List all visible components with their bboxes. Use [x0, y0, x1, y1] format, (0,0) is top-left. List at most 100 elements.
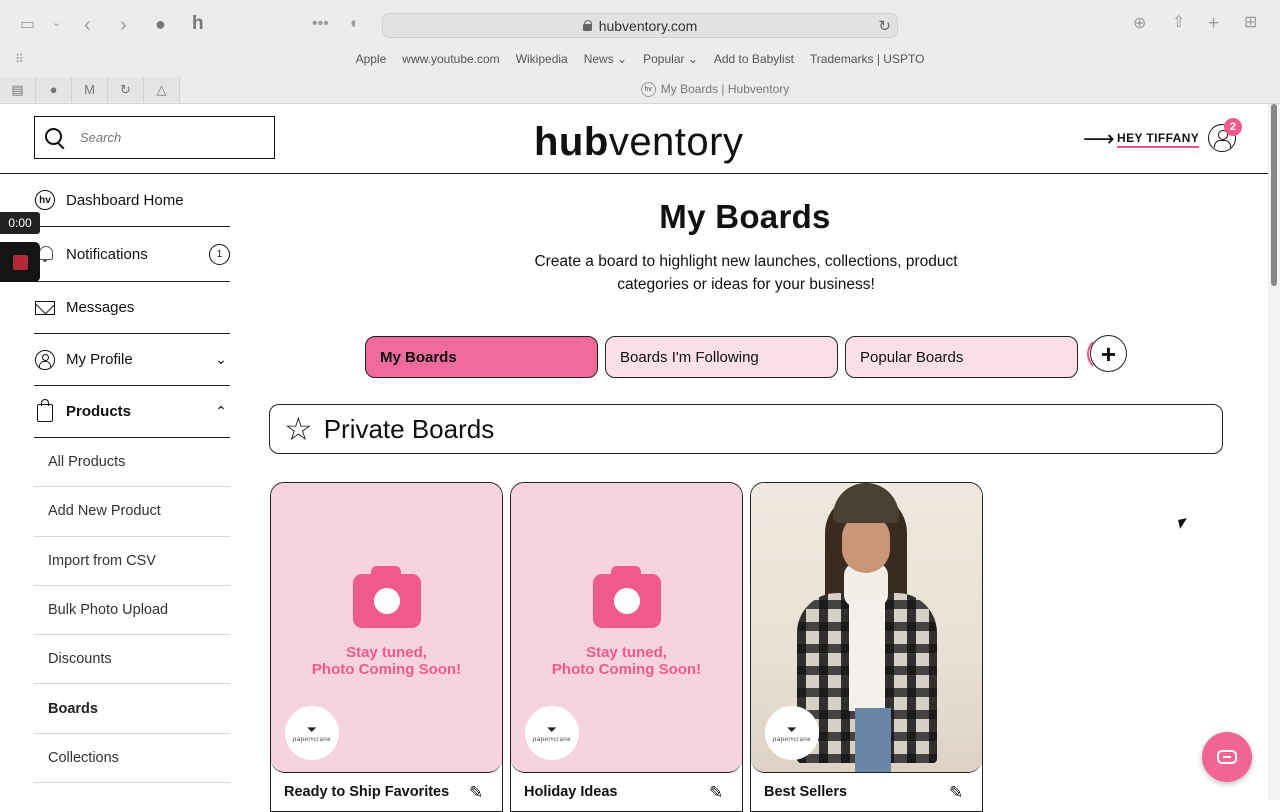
search-box[interactable]	[34, 116, 275, 159]
stop-icon	[12, 254, 28, 270]
forward-icon[interactable]: ›	[120, 15, 127, 35]
sidebar-subitem-bulk-photo-upload[interactable]: Bulk Photo Upload	[34, 586, 230, 636]
url-text: hubventory.com	[598, 17, 698, 34]
extensions-icon[interactable]: •••	[312, 16, 329, 32]
sidebar-toggle-icon[interactable]: ▭	[20, 17, 35, 33]
board-name: Holiday Ideas	[524, 784, 618, 800]
grammarly-icon[interactable]: ●	[155, 15, 166, 33]
privacy-shield-icon[interactable]: ◐	[350, 16, 360, 32]
board-placeholder-image: Stay tuned, Photo Coming Soon! ⏷ paper•cra…	[511, 483, 742, 773]
address-bar[interactable]: hubventory.com ↻	[382, 13, 898, 38]
notifications-badge: 1	[209, 243, 230, 265]
board-product-photo: ⏷ paper•crane	[751, 483, 982, 773]
favorite-link[interactable]: News ⌄	[584, 52, 627, 70]
brand-text: paper•crane	[533, 737, 571, 743]
board-cards: Stay tuned, Photo Coming Soon! ⏷ paper•cra…	[270, 482, 983, 812]
notification-count-badge: 2	[1224, 118, 1242, 136]
sidebar-subitem-import-csv[interactable]: Import from CSV	[34, 537, 230, 586]
brand-avatar: ⏷ paper•crane	[285, 706, 339, 760]
add-board-button[interactable]: +	[1087, 335, 1127, 372]
favorite-link[interactable]: Wikipedia	[516, 52, 568, 70]
reload-icon[interactable]: ↻	[878, 17, 891, 35]
page-title: My Boards	[659, 198, 831, 235]
tab-boards-following[interactable]: Boards I'm Following	[605, 336, 838, 378]
bell-icon	[38, 246, 53, 262]
placeholder-caption: Stay tuned, Photo Coming Soon!	[311, 644, 462, 678]
favorite-link[interactable]: Apple	[356, 52, 387, 70]
edit-pencil-icon[interactable]: ✎	[709, 783, 723, 803]
edit-pencil-icon[interactable]: ✎	[949, 783, 963, 803]
board-name: Ready to Ship Favorites	[284, 784, 450, 800]
site-logo[interactable]: hubventory	[534, 120, 743, 165]
sidebar-item-label: Products	[66, 403, 132, 420]
download-icon[interactable]: ⊕	[1133, 16, 1146, 32]
active-tab[interactable]: hv My Boards | Hubventory	[0, 82, 1280, 98]
tab-overview-icon[interactable]: ⊞	[1244, 15, 1257, 31]
scrollbar-thumb[interactable]	[1271, 104, 1277, 286]
favorites-bar: Apple www.youtube.com Wikipedia News ⌄ P…	[0, 52, 1280, 70]
sidebar-subitem-boards[interactable]: Boards	[34, 684, 230, 734]
board-card[interactable]: Stay tuned, Photo Coming Soon! ⏷ paper•cra…	[270, 482, 503, 812]
chevron-down-icon[interactable]: ⌄	[212, 351, 230, 368]
chevron-up-icon[interactable]: ⌃	[212, 403, 230, 420]
brand-avatar: ⏷ paper•crane	[765, 706, 819, 760]
brand-text: paper•crane	[293, 737, 331, 743]
board-card[interactable]: Stay tuned, Photo Coming Soon! ⏷ paper•cra…	[510, 482, 743, 812]
favorite-link[interactable]: www.youtube.com	[402, 52, 499, 70]
board-card[interactable]: ⏷ paper•crane Best Sellers ✎	[750, 482, 983, 812]
profile-icon	[35, 349, 55, 370]
sidebar-item-label: Notifications	[66, 245, 148, 263]
brand-text: paper•crane	[773, 737, 811, 743]
sidebar-subitem-collections[interactable]: Collections	[34, 734, 230, 784]
sidebar-item-label: My Profile	[66, 351, 133, 368]
crane-icon: ⏷	[546, 722, 558, 737]
favorite-link[interactable]: Add to Babylist	[714, 52, 794, 70]
lock-icon	[582, 20, 593, 31]
sidebar-item-my-profile[interactable]: My Profile ⌄	[34, 334, 230, 386]
tab-popular-boards[interactable]: Popular Boards	[845, 336, 1078, 378]
section-title: Private Boards	[323, 413, 495, 444]
new-tab-icon[interactable]: +	[1208, 14, 1219, 33]
placeholder-caption: Stay tuned, Photo Coming Soon!	[551, 644, 702, 678]
sidebar-item-products[interactable]: Products ⌃	[34, 386, 230, 438]
logo-light: ventory	[608, 120, 744, 164]
tab-title: My Boards | Hubventory	[660, 82, 790, 96]
site-header: hubventory ⟶ HEY TIFFANY 2	[0, 104, 1268, 174]
star-icon: ☆	[284, 411, 313, 447]
chevron-down-icon[interactable]: ⌄	[52, 18, 61, 29]
browser-chrome: ▭ ⌄ ‹ › ● h ••• ◐ hubventory.com ↻ ⊕ ⇧ +…	[0, 0, 1280, 104]
sidebar-subitem-discounts[interactable]: Discounts	[34, 635, 230, 685]
board-placeholder-image: Stay tuned, Photo Coming Soon! ⏷ paper•cra…	[271, 483, 502, 773]
sidebar-item-label: Messages	[66, 299, 135, 316]
share-icon[interactable]: ⇧	[1172, 15, 1185, 31]
camera-icon	[593, 566, 661, 628]
chat-button[interactable]	[1202, 732, 1252, 782]
edit-pencil-icon[interactable]: ✎	[469, 783, 483, 803]
search-icon[interactable]	[44, 127, 66, 149]
sidebar-subitem-add-new-product[interactable]: Add New Product	[34, 487, 230, 537]
favorite-link[interactable]: Trademarks | USPTO	[810, 52, 924, 70]
favorite-link[interactable]: Popular ⌄	[643, 52, 698, 70]
chat-icon	[1217, 750, 1237, 764]
honey-icon[interactable]: h	[192, 14, 204, 33]
brand-avatar: ⏷ paper•crane	[525, 706, 579, 760]
tab-favicon: hv	[640, 82, 656, 98]
sidebar: hv Dashboard Home Notifications 1 Messag…	[34, 174, 230, 784]
private-boards-header: ☆ Private Boards	[269, 404, 1223, 454]
envelope-icon	[35, 300, 55, 315]
arrow-right-icon[interactable]: ⟶	[1083, 126, 1115, 152]
mouse-cursor	[1178, 518, 1189, 529]
shopping-bag-icon	[37, 399, 53, 422]
crane-icon: ⏷	[306, 722, 318, 737]
sidebar-subitem-all-products[interactable]: All Products	[34, 438, 230, 488]
tab-my-boards[interactable]: My Boards	[365, 336, 598, 378]
search-input[interactable]	[80, 130, 250, 145]
recording-stop-button[interactable]	[0, 242, 40, 282]
plus-icon: +	[1090, 335, 1127, 372]
greeting-link[interactable]: HEY TIFFANY	[1117, 131, 1200, 148]
camera-icon	[353, 566, 421, 628]
board-name: Best Sellers	[764, 784, 848, 800]
sidebar-item-messages[interactable]: Messages	[34, 282, 230, 334]
back-icon[interactable]: ‹	[84, 15, 91, 35]
page-subtitle: Create a board to highlight new launches…	[534, 253, 958, 293]
